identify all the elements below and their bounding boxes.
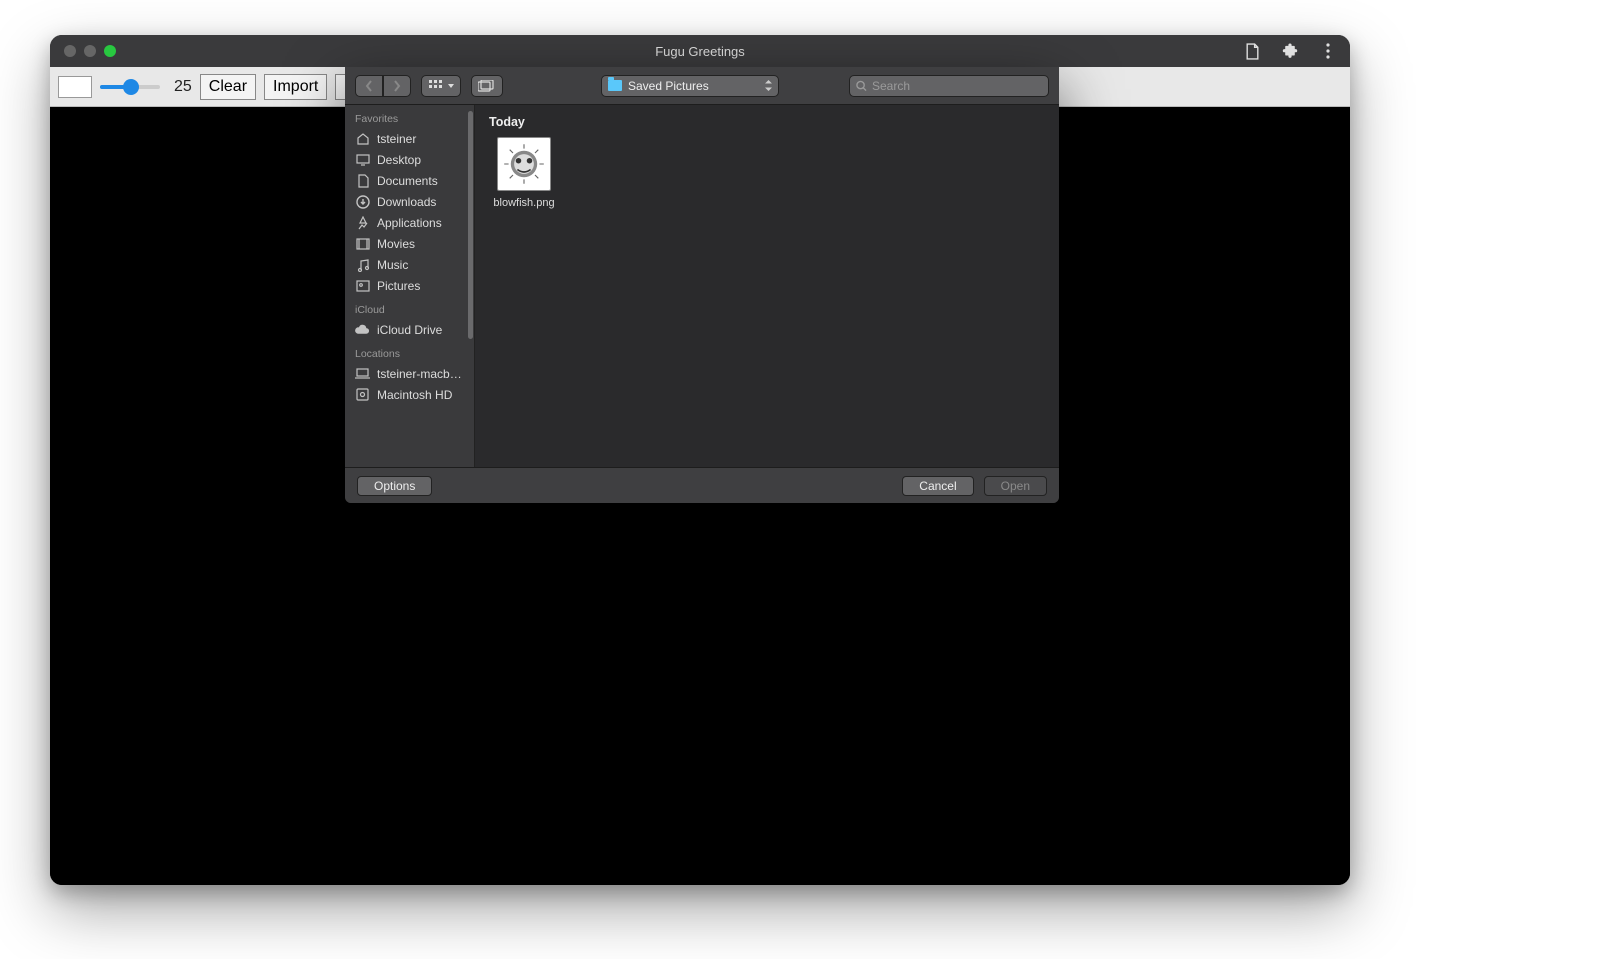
nav-buttons (355, 75, 411, 97)
download-icon (355, 194, 370, 209)
group-header: Today (489, 115, 1045, 129)
sidebar-item-label: Macintosh HD (377, 388, 452, 402)
chevron-updown-icon (765, 80, 772, 91)
sidebar-item-label: Pictures (377, 279, 420, 293)
sidebar-item[interactable]: Movies (345, 233, 474, 254)
picture-icon (355, 278, 370, 293)
sidebar-item[interactable]: Macintosh HD (345, 384, 474, 405)
sidebar-item-label: Downloads (377, 195, 436, 209)
page-icon[interactable] (1244, 43, 1260, 59)
forward-button[interactable] (383, 75, 411, 97)
location-popup[interactable]: Saved Pictures (601, 75, 779, 97)
file-thumbnail (497, 137, 551, 191)
extension-icon[interactable] (1282, 43, 1298, 59)
open-button[interactable]: Open (984, 476, 1047, 496)
cancel-button[interactable]: Cancel (902, 476, 973, 496)
titlebar: Fugu Greetings (50, 35, 1350, 67)
more-icon[interactable] (1320, 43, 1336, 59)
sidebar-item[interactable]: Documents (345, 170, 474, 191)
desktop-icon (355, 152, 370, 167)
sidebar-item[interactable]: Applications (345, 212, 474, 233)
clear-button[interactable]: Clear (200, 74, 256, 100)
options-button[interactable]: Options (357, 476, 432, 496)
sidebar-item-label: iCloud Drive (377, 323, 442, 337)
view-mode-button[interactable] (421, 75, 461, 97)
cloud-icon (355, 322, 370, 337)
sidebar-item[interactable]: Music (345, 254, 474, 275)
sidebar-item-label: Applications (377, 216, 442, 230)
file-item[interactable]: blowfish.png (489, 137, 559, 209)
sidebar-item[interactable]: tsteiner (345, 128, 474, 149)
sidebar-item-label: Documents (377, 174, 438, 188)
sidebar-item[interactable]: Desktop (345, 149, 474, 170)
traffic-lights (64, 45, 116, 57)
location-label: Saved Pictures (628, 79, 709, 93)
back-button[interactable] (355, 75, 383, 97)
laptop-icon (355, 366, 370, 381)
import-button[interactable]: Import (264, 74, 327, 100)
brush-size-value: 25 (174, 78, 192, 96)
music-icon (355, 257, 370, 272)
sidebar-section-title: iCloud (345, 296, 474, 319)
search-box[interactable] (849, 75, 1049, 97)
disk-icon (355, 387, 370, 402)
sidebar-item[interactable]: tsteiner-macb… (345, 363, 474, 384)
color-swatch[interactable] (58, 76, 92, 98)
sidebar-item-label: Music (377, 258, 408, 272)
close-dot[interactable] (64, 45, 76, 57)
sidebar-scrollbar[interactable] (468, 111, 473, 461)
sidebar-item-label: Movies (377, 237, 415, 251)
search-icon (856, 80, 867, 92)
sidebar-section-title: Locations (345, 340, 474, 363)
dialog-toolbar: Saved Pictures (345, 67, 1059, 105)
doc-icon (355, 173, 370, 188)
dialog-content: Today blowfish.png (475, 105, 1059, 467)
search-input[interactable] (872, 79, 1042, 93)
window-title: Fugu Greetings (50, 44, 1350, 59)
sidebar-item-label: tsteiner (377, 132, 416, 146)
sidebar-item[interactable]: iCloud Drive (345, 319, 474, 340)
dialog-footer: Options Cancel Open (345, 467, 1059, 503)
file-open-dialog: Saved Pictures Favorites tsteiner Desktop D… (345, 67, 1059, 503)
zoom-dot[interactable] (104, 45, 116, 57)
sidebar-item-label: tsteiner-macb… (377, 367, 462, 381)
sidebar-item[interactable]: Pictures (345, 275, 474, 296)
apps-icon (355, 215, 370, 230)
sidebar-section-title: Favorites (345, 105, 474, 128)
folder-icon (608, 80, 622, 91)
brush-size-slider[interactable] (100, 85, 160, 89)
sidebar-item-label: Desktop (377, 153, 421, 167)
minimize-dot[interactable] (84, 45, 96, 57)
file-name: blowfish.png (489, 197, 559, 209)
group-button[interactable] (471, 75, 503, 97)
dialog-sidebar: Favorites tsteiner Desktop Documents Downloa… (345, 105, 475, 467)
app-window: Fugu Greetings 25 Clear Import Export (50, 35, 1350, 885)
sidebar-item[interactable]: Downloads (345, 191, 474, 212)
home-icon (355, 131, 370, 146)
movie-icon (355, 236, 370, 251)
